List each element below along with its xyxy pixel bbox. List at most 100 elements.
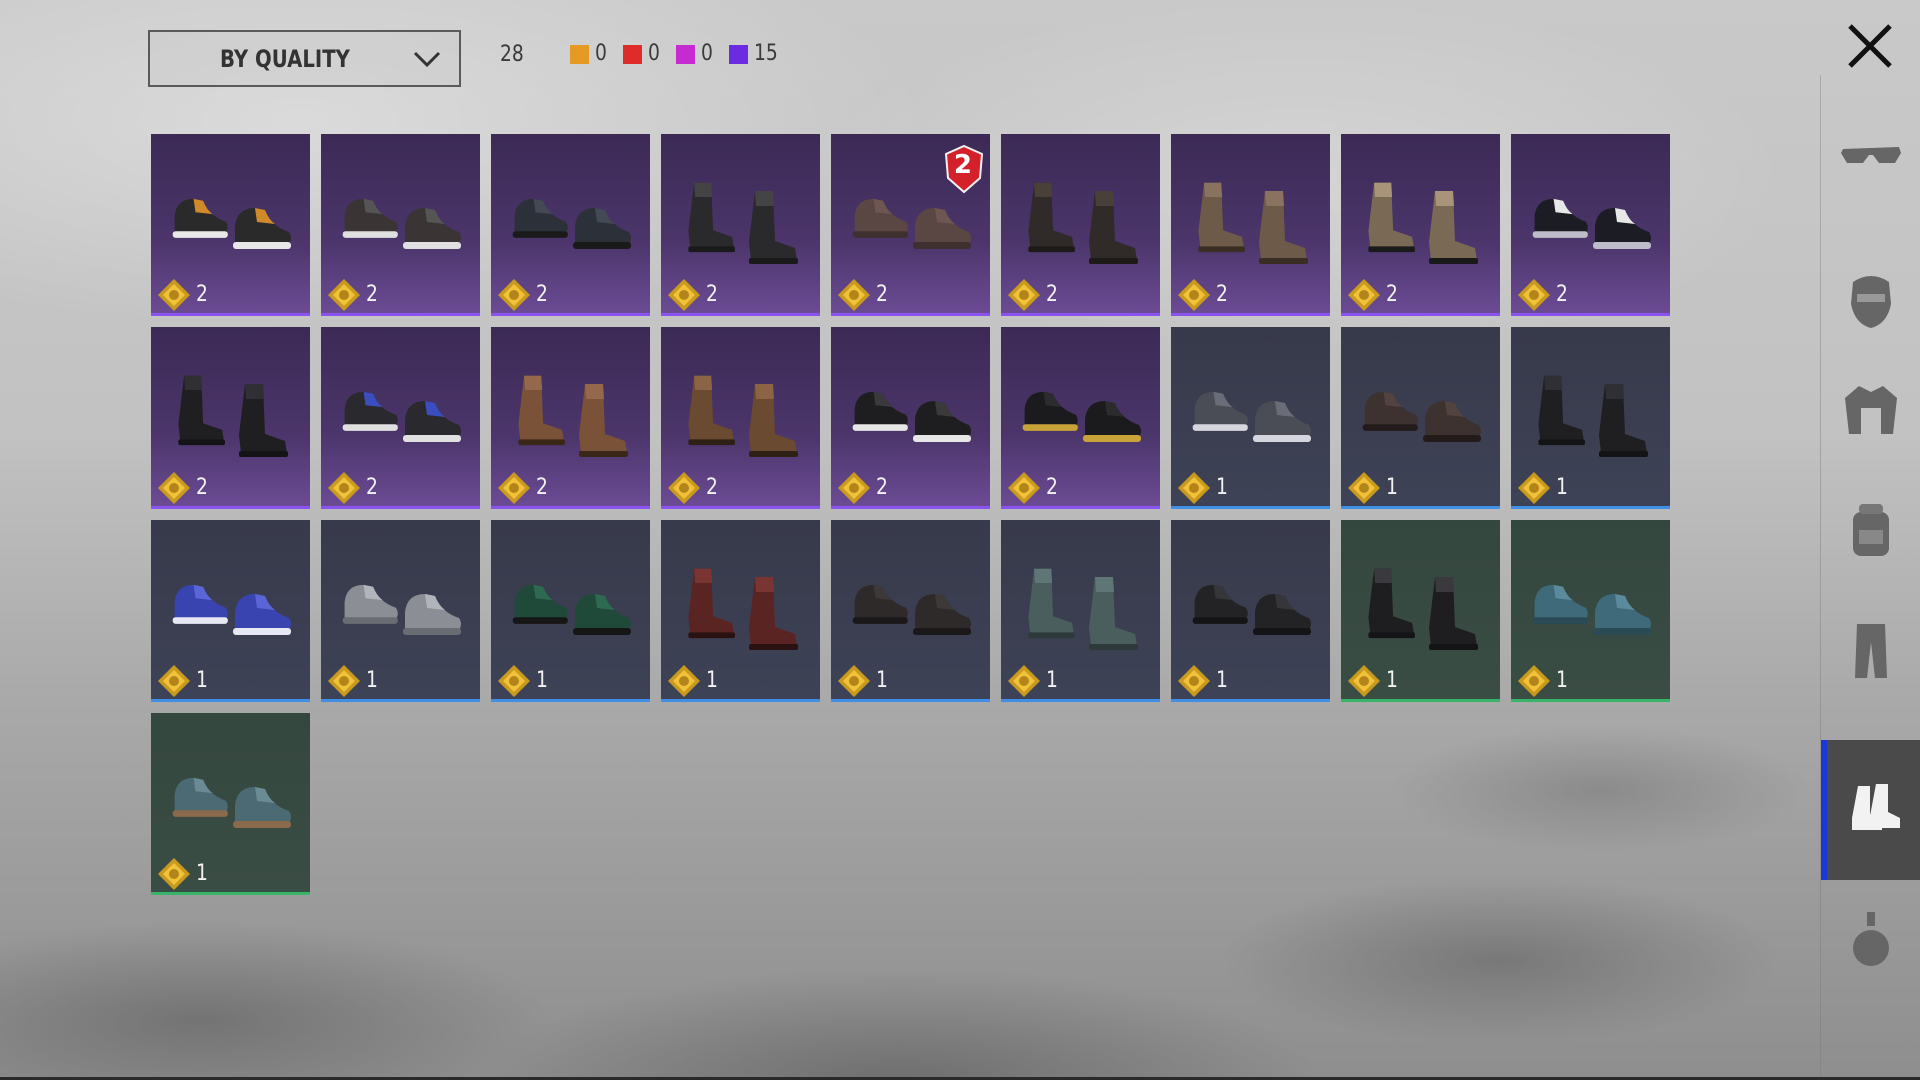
inventory-item[interactable]: 2 xyxy=(661,327,820,509)
shoe-image xyxy=(688,568,798,650)
inventory-item[interactable]: 1 xyxy=(1511,520,1670,702)
rarity-mythic-count: 0 xyxy=(648,41,660,66)
sidebar-tab-backpack[interactable] xyxy=(1821,460,1920,600)
coin-icon xyxy=(328,665,360,697)
coin-icon xyxy=(1178,472,1210,504)
sidebar-tab-jacket[interactable] xyxy=(1821,340,1920,480)
rarity-pink-count: 0 xyxy=(701,41,713,66)
item-quantity: 2 xyxy=(536,282,548,307)
rarity-pink-swatch xyxy=(676,44,695,64)
shoe-image xyxy=(1192,391,1311,442)
shoe-image xyxy=(1362,391,1481,442)
inventory-item[interactable]: 1 xyxy=(831,520,990,702)
inventory-item[interactable]: 2 xyxy=(1171,134,1330,316)
coin-icon xyxy=(498,665,530,697)
inventory-item[interactable]: 1 xyxy=(491,520,650,702)
coin-icon xyxy=(1008,279,1040,311)
item-quantity: 2 xyxy=(196,282,208,307)
coin-icon xyxy=(1518,665,1550,697)
inventory-item[interactable]: 1 xyxy=(1001,520,1160,702)
item-quantity: 2 xyxy=(1046,282,1058,307)
glasses-icon xyxy=(1841,147,1901,163)
coin-icon xyxy=(158,472,190,504)
shoe-image xyxy=(342,584,461,635)
coin-icon xyxy=(328,279,360,311)
item-quantity: 2 xyxy=(876,282,888,307)
item-quantity: 2 xyxy=(706,475,718,500)
item-quantity: 2 xyxy=(536,475,548,500)
close-icon[interactable] xyxy=(1840,16,1900,76)
shoe-image xyxy=(1532,584,1651,635)
shoe-image xyxy=(1198,182,1308,264)
sidebar-tab-shoes[interactable] xyxy=(1821,740,1920,880)
shoe-image xyxy=(342,198,461,249)
shoe-image xyxy=(1368,182,1478,264)
jacket-icon xyxy=(1845,386,1897,434)
item-quantity: 2 xyxy=(1046,475,1058,500)
item-quantity: 2 xyxy=(876,475,888,500)
inventory-item[interactable]: 22 xyxy=(831,134,990,316)
coin-icon xyxy=(158,279,190,311)
sidebar-tab-pants[interactable] xyxy=(1821,580,1920,720)
rarity-legendary: 0 xyxy=(570,43,609,65)
shoe-image xyxy=(342,391,461,442)
inventory-item[interactable]: 1 xyxy=(1341,520,1500,702)
sidebar-tab-bottle[interactable] xyxy=(1821,870,1920,1010)
coin-icon xyxy=(668,279,700,311)
inventory-item[interactable]: 2 xyxy=(1001,327,1160,509)
bottle-icon xyxy=(1853,912,1889,966)
inventory-item[interactable]: 2 xyxy=(151,327,310,509)
inventory-item[interactable]: 2 xyxy=(491,327,650,509)
shoe-image xyxy=(512,584,631,635)
inventory-item[interactable]: 2 xyxy=(321,327,480,509)
shoe-image xyxy=(852,391,971,442)
total-item-count: 28 xyxy=(500,42,524,67)
inventory-item[interactable]: 1 xyxy=(1171,520,1330,702)
shoe-image xyxy=(172,584,291,635)
coin-icon xyxy=(498,279,530,311)
shoe-image xyxy=(1532,198,1651,249)
item-quantity: 1 xyxy=(1556,668,1568,693)
shoe-image xyxy=(1192,584,1311,635)
coin-icon xyxy=(158,858,190,890)
inventory-item[interactable]: 1 xyxy=(321,520,480,702)
inventory-item[interactable]: 1 xyxy=(1171,327,1330,509)
item-badge-number: 2 xyxy=(953,150,972,180)
rarity-pink: 0 xyxy=(676,41,715,66)
item-quantity: 2 xyxy=(706,282,718,307)
shoe-image xyxy=(688,375,798,457)
rarity-epic-count: 15 xyxy=(754,41,778,66)
inventory-item[interactable]: 1 xyxy=(1511,327,1670,509)
mask-icon xyxy=(1851,276,1891,328)
item-quantity: 2 xyxy=(1386,282,1398,307)
rarity-epic-swatch xyxy=(729,44,748,64)
coin-icon xyxy=(838,472,870,504)
coin-icon xyxy=(838,665,870,697)
rarity-legendary-swatch xyxy=(570,44,589,64)
inventory-item[interactable]: 1 xyxy=(1341,327,1500,509)
inventory-item[interactable]: 2 xyxy=(151,134,310,316)
item-quantity: 1 xyxy=(1046,668,1058,693)
inventory-item[interactable]: 1 xyxy=(151,520,310,702)
sort-dropdown[interactable]: BY QUALITY xyxy=(148,30,461,87)
coin-icon xyxy=(1518,472,1550,504)
inventory-item[interactable]: 2 xyxy=(321,134,480,316)
shoe-image xyxy=(1028,568,1138,650)
inventory-item[interactable]: 2 xyxy=(491,134,650,316)
inventory-item[interactable]: 2 xyxy=(1511,134,1670,316)
inventory-item[interactable]: 2 xyxy=(1001,134,1160,316)
inventory-item[interactable]: 1 xyxy=(661,520,820,702)
coin-icon xyxy=(1348,279,1380,311)
shoe-image xyxy=(688,182,798,264)
inventory-item[interactable]: 2 xyxy=(1341,134,1500,316)
item-quantity: 2 xyxy=(1216,282,1228,307)
sidebar-tab-glasses[interactable] xyxy=(1821,85,1920,225)
inventory-item[interactable]: 2 xyxy=(831,327,990,509)
shoe-image xyxy=(172,198,291,249)
item-quantity: 1 xyxy=(196,668,208,693)
inventory-item[interactable]: 2 xyxy=(661,134,820,316)
inventory-item[interactable]: 1 xyxy=(151,713,310,895)
item-quantity: 2 xyxy=(196,475,208,500)
shoes-icon xyxy=(1852,784,1900,830)
coin-icon xyxy=(328,472,360,504)
